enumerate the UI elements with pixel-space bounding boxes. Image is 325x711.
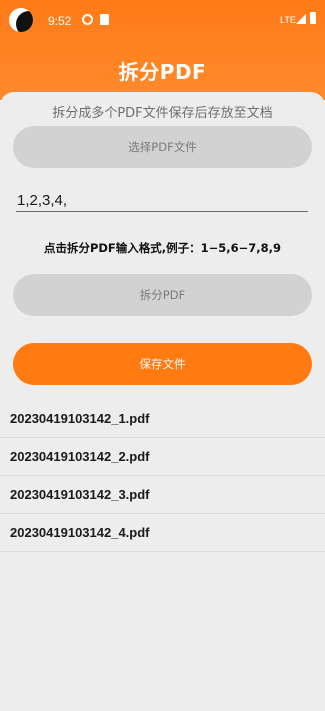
list-item[interactable]: 20230419103142_4.pdf xyxy=(0,514,325,552)
save-file-button[interactable]: 保存文件 xyxy=(13,343,312,385)
split-pdf-button[interactable]: 拆分PDF xyxy=(13,274,312,316)
list-item[interactable]: 20230419103142_1.pdf xyxy=(0,400,325,438)
file-list: 20230419103142_1.pdf 20230419103142_2.pd… xyxy=(0,400,325,552)
status-bar: 9:52 LTE xyxy=(0,0,325,40)
camera-cutout-icon xyxy=(9,8,33,32)
signal-icon xyxy=(296,14,306,24)
app-header: 9:52 LTE 拆分PDF xyxy=(0,0,325,100)
select-pdf-button[interactable]: 选择PDF文件 xyxy=(13,126,312,168)
battery-icon xyxy=(310,12,316,24)
format-hint: 点击拆分PDF输入格式,例子：1−5,6−7,8,9 xyxy=(43,241,282,255)
main-card: 拆分成多个PDF文件保存后存放至文档 选择PDF文件 点击拆分PDF输入格式,例… xyxy=(0,92,325,711)
page-title: 拆分PDF xyxy=(118,60,207,84)
sd-card-icon xyxy=(100,14,109,25)
app-screen: 9:52 LTE 拆分PDF 拆分成多个PDF文件保存后存放至文档 选择PDF文… xyxy=(0,0,325,711)
status-time: 9:52 xyxy=(48,14,72,28)
network-label: LTE xyxy=(280,15,296,25)
description-text: 拆分成多个PDF文件保存后存放至文档 xyxy=(52,106,273,121)
list-item[interactable]: 20230419103142_3.pdf xyxy=(0,476,325,514)
page-range-input[interactable] xyxy=(16,190,308,212)
list-item[interactable]: 20230419103142_2.pdf xyxy=(0,438,325,476)
notification-icon xyxy=(82,14,93,25)
